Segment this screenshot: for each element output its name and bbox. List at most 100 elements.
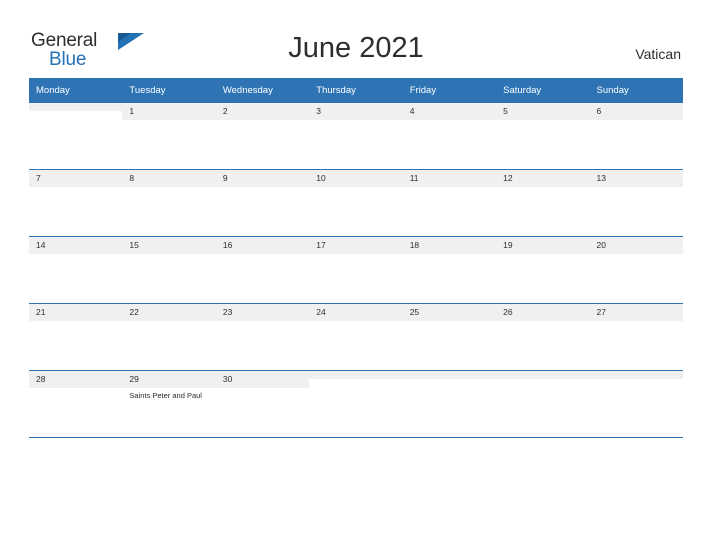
day-event [216, 321, 309, 324]
day-number: 26 [496, 304, 590, 321]
calendar-day-cell[interactable]: 27 [589, 303, 683, 371]
day-event [122, 120, 215, 123]
day-event [216, 120, 309, 123]
day-number: 13 [589, 170, 683, 187]
weekday-header-saturday: Saturday [496, 78, 590, 103]
calendar-body: 1 2 3 4 5 6 7 8 9 10 11 12 13 14 15 16 1… [29, 103, 683, 438]
page-header: General Blue June 2021 Vatican [0, 0, 712, 78]
day-event [29, 187, 122, 190]
day-event [496, 254, 589, 257]
day-number: 11 [402, 170, 497, 187]
day-event [309, 120, 402, 123]
calendar-day-cell[interactable]: 18 [402, 236, 497, 304]
page-title: June 2021 [288, 32, 424, 64]
weekday-header-monday: Monday [29, 78, 123, 103]
calendar-day-cell[interactable]: 16 [215, 236, 310, 304]
day-number: 15 [122, 237, 216, 254]
day-event [590, 187, 683, 190]
day-event [403, 254, 496, 257]
calendar-day-cell[interactable]: 28 [29, 370, 123, 438]
day-event [122, 254, 215, 257]
day-number: 22 [122, 304, 216, 321]
day-number: 2 [215, 103, 310, 120]
calendar-day-cell[interactable]: 24 [309, 303, 403, 371]
calendar-day-cell[interactable]: 25 [402, 303, 497, 371]
calendar-day-cell[interactable] [29, 103, 123, 170]
day-number: 16 [215, 237, 310, 254]
calendar-week-row: 14 15 16 17 18 19 20 [29, 236, 683, 304]
calendar-day-cell[interactable]: 14 [29, 236, 123, 304]
calendar-day-cell[interactable]: 12 [496, 169, 590, 237]
day-number: 7 [29, 170, 123, 187]
calendar-table: Monday Tuesday Wednesday Thursday Friday… [29, 78, 683, 438]
calendar-day-cell-empty [496, 370, 590, 438]
calendar-day-cell[interactable]: 22 [122, 303, 216, 371]
calendar-day-cell[interactable]: 5 [496, 103, 590, 170]
day-number: 27 [589, 304, 683, 321]
day-number: 3 [309, 103, 403, 120]
calendar-day-cell[interactable]: 26 [496, 303, 590, 371]
calendar-week-row: 21 22 23 24 25 26 27 [29, 303, 683, 371]
calendar-day-cell[interactable]: 6 [589, 103, 683, 170]
day-number: 28 [29, 371, 123, 388]
day-number: 4 [402, 103, 497, 120]
day-number: 6 [589, 103, 683, 120]
day-event [122, 187, 215, 190]
day-number: 8 [122, 170, 216, 187]
day-number: 5 [496, 103, 590, 120]
day-event: Saints Peter and Paul [129, 391, 202, 400]
calendar-day-cell[interactable]: 30 [215, 370, 310, 438]
calendar-day-cell[interactable]: 29 Saints Peter and Paul [122, 370, 216, 438]
calendar-day-cell[interactable]: 2 [215, 103, 310, 170]
day-number [29, 103, 123, 111]
calendar-day-cell[interactable]: 23 [215, 303, 310, 371]
day-number: 12 [496, 170, 590, 187]
day-number: 9 [215, 170, 310, 187]
weekday-header-tuesday: Tuesday [122, 78, 216, 103]
calendar-day-cell-empty [589, 370, 683, 438]
calendar-day-cell[interactable]: 8 [122, 169, 216, 237]
day-event [216, 388, 309, 391]
calendar-day-cell[interactable]: 7 [29, 169, 123, 237]
calendar-week-row: 28 29 Saints Peter and Paul 30 [29, 370, 683, 438]
day-number [309, 371, 403, 379]
weekday-header-wednesday: Wednesday [215, 78, 310, 103]
day-event [216, 254, 309, 257]
calendar-day-cell[interactable]: 13 [589, 169, 683, 237]
calendar-day-cell[interactable]: 17 [309, 236, 403, 304]
day-number: 24 [309, 304, 403, 321]
day-number [402, 371, 497, 379]
day-event [29, 254, 122, 257]
calendar-day-cell[interactable]: 10 [309, 169, 403, 237]
calendar-day-cell-empty [309, 370, 403, 438]
day-number: 1 [122, 103, 216, 120]
calendar-week-row: 1 2 3 4 5 6 [29, 103, 683, 170]
day-event [496, 120, 589, 123]
calendar-day-cell[interactable]: 11 [402, 169, 497, 237]
calendar-day-cell[interactable]: 21 [29, 303, 123, 371]
calendar-day-cell[interactable]: 3 [309, 103, 403, 170]
day-event [29, 388, 122, 391]
calendar-day-cell[interactable]: 15 [122, 236, 216, 304]
day-event [496, 187, 589, 190]
day-number: 17 [309, 237, 403, 254]
calendar-grid: Monday Tuesday Wednesday Thursday Friday… [29, 78, 683, 438]
calendar-day-cell-empty [402, 370, 497, 438]
calendar-day-cell[interactable]: 19 [496, 236, 590, 304]
day-number: 14 [29, 237, 123, 254]
day-number: 30 [215, 371, 310, 388]
calendar-day-cell[interactable]: 4 [402, 103, 497, 170]
calendar-day-cell[interactable]: 1 [122, 103, 216, 170]
day-number [589, 371, 683, 379]
day-number: 19 [496, 237, 590, 254]
day-number: 18 [402, 237, 497, 254]
weekday-header-thursday: Thursday [309, 78, 403, 103]
day-event [216, 187, 309, 190]
day-event [403, 187, 496, 190]
day-event [29, 321, 122, 324]
calendar-day-cell[interactable]: 9 [215, 169, 310, 237]
country-label: Vatican [635, 46, 681, 62]
day-event [496, 321, 589, 324]
calendar-day-cell[interactable]: 20 [589, 236, 683, 304]
day-number: 23 [215, 304, 310, 321]
